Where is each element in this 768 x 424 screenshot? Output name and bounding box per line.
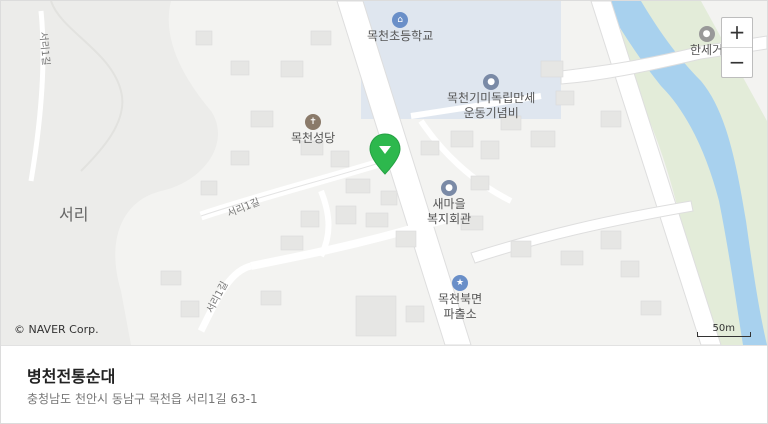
map-card: ⌂ 목천초등학교 ● 목천기미독립만세 운동기념비 ✝ 목천성당 ● 새마을 복… xyxy=(0,0,768,424)
public-building-icon: ● xyxy=(441,180,458,196)
location-marker-icon[interactable] xyxy=(368,132,402,176)
area-label: 서리 xyxy=(59,205,89,224)
place-name[interactable]: 병천전통순대 xyxy=(27,363,115,387)
poi-label: 파출소 xyxy=(443,307,477,321)
church-icon: ✝ xyxy=(305,114,322,130)
poi-label: 복지회관 xyxy=(427,212,472,226)
poi-police[interactable]: ★ 목천북면 파출소 xyxy=(438,274,482,322)
scale-line xyxy=(697,332,751,337)
poi-welfare-hall[interactable]: ● 새마을 복지회관 xyxy=(427,179,471,227)
copyright-text: © NAVER Corp. xyxy=(14,323,99,336)
monument-icon: ● xyxy=(483,74,500,90)
poi-label: 목천기미독립만세 xyxy=(447,91,536,105)
poi-label: 운동기념비 xyxy=(463,106,519,120)
zoom-control: + − xyxy=(721,17,753,78)
poi-hanse[interactable]: ● 한세거 xyxy=(690,25,723,58)
poi-label: 목천성당 xyxy=(291,131,336,145)
place-address: 충청남도 천안시 동남구 목천읍 서리1길 63-1 xyxy=(27,392,258,406)
school-icon: ⌂ xyxy=(392,12,409,28)
zoom-in-button[interactable]: + xyxy=(722,18,752,47)
poi-church[interactable]: ✝ 목천성당 xyxy=(291,113,335,146)
scale-bar: 50m xyxy=(697,323,751,337)
zoom-out-button[interactable]: − xyxy=(722,47,752,77)
police-icon: ★ xyxy=(452,275,469,291)
place-info-panel[interactable]: 병천전통순대 충청남도 천안시 동남구 목천읍 서리1길 63-1 xyxy=(1,345,767,423)
poi-label: 목천북면 xyxy=(438,292,483,306)
poi-school[interactable]: ⌂ 목천초등학교 xyxy=(367,11,433,44)
poi-label: 새마을 xyxy=(432,197,466,211)
road-label: 서리1길 xyxy=(37,31,51,67)
poi-monument[interactable]: ● 목천기미독립만세 운동기념비 xyxy=(447,73,535,121)
map-view[interactable]: ⌂ 목천초등학교 ● 목천기미독립만세 운동기념비 ✝ 목천성당 ● 새마을 복… xyxy=(1,1,767,345)
place-icon: ● xyxy=(698,26,715,42)
poi-label: 한세거 xyxy=(690,43,724,57)
poi-label: 목천초등학교 xyxy=(367,29,434,43)
